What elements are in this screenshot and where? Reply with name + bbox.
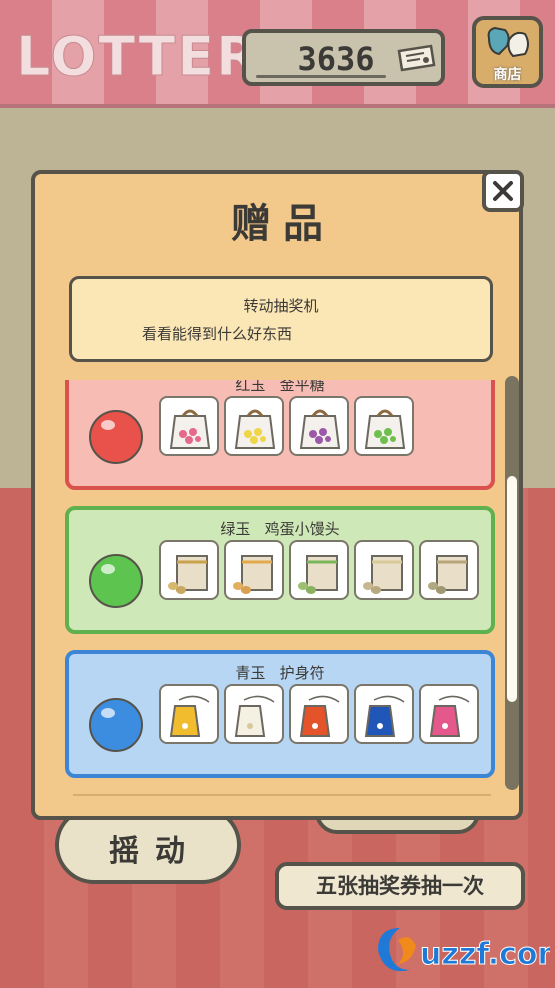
blue-amulet-icon [354, 684, 414, 744]
prize-items [159, 396, 414, 462]
red-amulet-icon [289, 684, 349, 744]
yellow-candy-bag-icon [224, 396, 284, 456]
white-amulet-icon [224, 684, 284, 744]
bun-bag-icon [289, 540, 349, 600]
info-box: 转动抽奖机 看看能得到什么好东西 [69, 276, 493, 362]
purple-candy-bag-icon [289, 396, 349, 456]
shop-bag-icon [487, 26, 529, 58]
shop-label: 商店 [493, 67, 522, 83]
modal-title: 赠品 [231, 201, 335, 247]
ticket-counter: 3636 [242, 29, 445, 86]
prize-name: 青玉 护身符 [235, 664, 325, 682]
prize-items [159, 684, 479, 750]
prize-card-green: 绿玉 鸡蛋小馒头 [65, 506, 495, 634]
ticket-underline [256, 75, 386, 78]
red-gem-icon [89, 410, 143, 464]
shake-label: 摇动 [109, 834, 201, 869]
bun-bag-icon [354, 540, 414, 600]
lottery-title: LOTTERY [16, 25, 298, 89]
prize-list-scrollbar[interactable] [505, 376, 519, 790]
shop-button[interactable]: 商店 [472, 16, 543, 88]
prize-name: 绿玉 鸡蛋小馒头 [220, 520, 340, 538]
yellow-amulet-icon [159, 684, 219, 744]
green-candy-bag-icon [354, 396, 414, 456]
green-gem-icon [89, 554, 143, 608]
prize-name: 红玉 金平糖 [235, 380, 325, 394]
watermark-text: uzzf.com [420, 937, 550, 972]
prize-card-red: 红玉 金平糖 [65, 380, 495, 490]
bun-bag-icon [419, 540, 479, 600]
blue-gem-icon [89, 698, 143, 752]
bun-bag-icon [159, 540, 219, 600]
pink-candy-bag-icon [159, 396, 219, 456]
close-icon [493, 181, 513, 201]
bun-bag-icon [224, 540, 284, 600]
ticket-rule-label: 五张抽奖券抽一次 [275, 862, 525, 910]
info-title: 转动抽奖机 [243, 297, 319, 315]
watermark-logo: uzzf.com [378, 928, 550, 973]
ticket-count: 3636 [297, 40, 375, 78]
prize-modal: 赠品 转动抽奖机 看看能得到什么好东西 红玉 金平糖 绿玉 鸡蛋小馒头 青玉 护… [31, 170, 523, 820]
pink-amulet-icon [419, 684, 479, 744]
ticket-icon [397, 44, 436, 72]
info-description: 看看能得到什么好东西 [142, 325, 293, 343]
prize-card-blue: 青玉 护身符 [65, 650, 495, 778]
modal-divider [73, 794, 491, 796]
prize-list[interactable]: 红玉 金平糖 绿玉 鸡蛋小馒头 青玉 护身符 [63, 380, 499, 786]
prize-items [159, 540, 479, 606]
close-button[interactable] [482, 170, 524, 212]
scrollbar-thumb[interactable] [507, 476, 517, 702]
